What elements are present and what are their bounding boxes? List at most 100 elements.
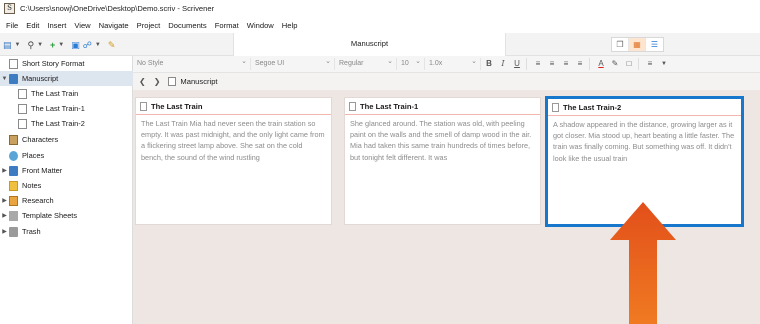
binder-item-label: The Last Train-1 xyxy=(31,104,85,113)
binder-item-label: The Last Train xyxy=(31,89,79,98)
binder-item-label: Manuscript xyxy=(22,74,59,83)
line-spacing-select[interactable]: 1.0x xyxy=(425,56,481,70)
menu-documents[interactable]: Documents xyxy=(164,21,210,30)
menu-window[interactable]: Window xyxy=(243,21,278,30)
binder-item-research[interactable]: ▶ Research xyxy=(0,193,133,208)
notes-icon xyxy=(9,180,18,191)
binder-item-the-last-train-1[interactable]: The Last Train-1 xyxy=(0,101,133,116)
page-icon xyxy=(18,88,27,99)
chevron-down-icon[interactable]: ▼ xyxy=(658,58,670,70)
characters-icon xyxy=(9,134,18,145)
card-header: The Last Train-2 xyxy=(548,99,741,116)
chevron-down-icon[interactable]: ▼ xyxy=(0,76,9,82)
menu-insert[interactable]: Insert xyxy=(43,21,70,30)
title-bar: S C:\Users\snowj\OneDrive\Desktop\Demo.s… xyxy=(0,0,760,17)
menu-edit[interactable]: Edit xyxy=(22,21,43,30)
trash-toolbar-icon[interactable]: ▣ xyxy=(71,39,80,51)
editor-header-title: Manuscript xyxy=(233,33,506,56)
binder-item-places[interactable]: Places xyxy=(0,148,133,163)
card-title[interactable]: The Last Train xyxy=(151,102,202,111)
align-justify-icon[interactable]: ≡ xyxy=(574,58,586,70)
binder-item-label: Notes xyxy=(22,181,42,190)
binder-item-label: Places xyxy=(22,151,45,160)
binder-item-the-last-train-2[interactable]: The Last Train-2 xyxy=(0,116,133,131)
binder-item-label: Short Story Format xyxy=(22,59,85,68)
scrivenings-view-icon[interactable]: ❐ xyxy=(612,38,629,51)
outline-view-icon[interactable]: ☰ xyxy=(646,38,663,51)
search-icon[interactable]: ⚲ xyxy=(27,39,34,51)
binder-item-label: Template Sheets xyxy=(22,211,78,220)
annotation-arrow-up xyxy=(610,202,676,324)
menu-file[interactable]: File xyxy=(2,21,22,30)
format-bar: No Style Segoe UI Regular 10 1.0x B I U … xyxy=(133,56,760,73)
index-card[interactable]: The Last Train The Last Train Mia had ne… xyxy=(135,97,332,225)
folder-icon xyxy=(9,165,18,176)
trash-icon xyxy=(9,226,18,237)
main-toolbar: ▤ ▼ ⚲ ▼ + ▼ ▣ ☍ ▼ ✎ Manuscript ❐ ▦ ☰ xyxy=(0,33,760,56)
document-icon xyxy=(168,77,177,86)
menu-help[interactable]: Help xyxy=(278,21,302,30)
binder-item-the-last-train[interactable]: The Last Train xyxy=(0,86,133,101)
page-icon xyxy=(9,58,18,69)
binder-item-template-sheets[interactable]: ▶ Template Sheets xyxy=(0,208,133,223)
style-select[interactable]: No Style xyxy=(133,56,251,70)
chevron-down-icon[interactable]: ▼ xyxy=(95,42,101,48)
chevron-down-icon[interactable]: ▼ xyxy=(58,42,64,48)
font-weight-select[interactable]: Regular xyxy=(335,56,397,70)
comment-icon[interactable]: □ xyxy=(623,58,635,70)
binder-item-label: Front Matter xyxy=(22,166,63,175)
corkboard-view-icon[interactable]: ▦ xyxy=(629,38,646,51)
menu-navigate[interactable]: Navigate xyxy=(95,21,133,30)
folder-icon xyxy=(9,73,18,84)
italic-icon[interactable]: I xyxy=(497,58,509,70)
chevron-down-icon[interactable]: ▼ xyxy=(37,42,43,48)
binder-item-label: Trash xyxy=(22,227,41,236)
chevron-right-icon[interactable]: ▶ xyxy=(0,197,9,204)
compose-icon[interactable]: ✎ xyxy=(108,39,116,51)
binder-item-characters[interactable]: Characters xyxy=(0,132,133,147)
template-icon xyxy=(9,210,18,221)
document-icon xyxy=(140,101,147,111)
breadcrumb[interactable]: Manuscript xyxy=(180,77,217,86)
align-center-icon[interactable]: ≡ xyxy=(546,58,558,70)
menu-view[interactable]: View xyxy=(70,21,94,30)
binder-item-label: The Last Train-2 xyxy=(31,119,85,128)
card-synopsis[interactable]: A shadow appeared in the distance, growi… xyxy=(548,116,741,164)
card-synopsis[interactable]: The Last Train Mia had never seen the tr… xyxy=(136,115,331,163)
binder-sidebar: Short Story Format ▼ Manuscript The Last… xyxy=(0,56,133,324)
align-left-icon[interactable]: ≡ xyxy=(532,58,544,70)
card-title[interactable]: The Last Train-2 xyxy=(563,103,621,112)
index-card[interactable]: The Last Train-1 She glanced around. The… xyxy=(344,97,541,225)
card-title[interactable]: The Last Train-1 xyxy=(360,102,418,111)
chevron-right-icon[interactable]: ▶ xyxy=(0,212,9,219)
binder-item-trash[interactable]: ▶ Trash xyxy=(0,224,133,239)
bold-icon[interactable]: B xyxy=(483,58,495,70)
chevron-right-icon[interactable]: ▶ xyxy=(0,228,9,235)
binder-item-notes[interactable]: Notes xyxy=(0,178,133,193)
menu-project[interactable]: Project xyxy=(133,21,165,30)
binder-item-front-matter[interactable]: ▶ Front Matter xyxy=(0,163,133,178)
card-header: The Last Train xyxy=(136,98,331,115)
research-icon xyxy=(9,195,18,206)
font-select[interactable]: Segoe UI xyxy=(251,56,335,70)
highlight-icon[interactable]: ✎ xyxy=(609,58,621,70)
scrivener-app-icon: S xyxy=(4,3,15,14)
chevron-right-icon[interactable]: ▶ xyxy=(0,167,9,174)
menu-format[interactable]: Format xyxy=(211,21,243,30)
text-color-icon[interactable]: A xyxy=(595,58,607,70)
back-arrow-icon[interactable]: ❮ xyxy=(139,77,146,86)
binder-item-short-story-format[interactable]: Short Story Format xyxy=(0,56,133,71)
binder-item-manuscript[interactable]: ▼ Manuscript xyxy=(0,71,133,86)
font-size-select[interactable]: 10 xyxy=(397,56,425,70)
card-synopsis[interactable]: She glanced around. The station was old,… xyxy=(345,115,540,163)
align-right-icon[interactable]: ≡ xyxy=(560,58,572,70)
list-icon[interactable]: ≡ xyxy=(644,58,656,70)
binder-toggle-icon[interactable]: ▤ xyxy=(3,39,12,51)
add-icon[interactable]: + xyxy=(50,39,55,51)
underline-icon[interactable]: U xyxy=(511,58,523,70)
binder-item-label: Characters xyxy=(22,135,59,144)
chevron-down-icon[interactable]: ▼ xyxy=(15,42,21,48)
attachment-icon[interactable]: ☍ xyxy=(83,39,92,51)
page-icon xyxy=(18,103,27,114)
forward-arrow-icon[interactable]: ❯ xyxy=(154,77,161,86)
